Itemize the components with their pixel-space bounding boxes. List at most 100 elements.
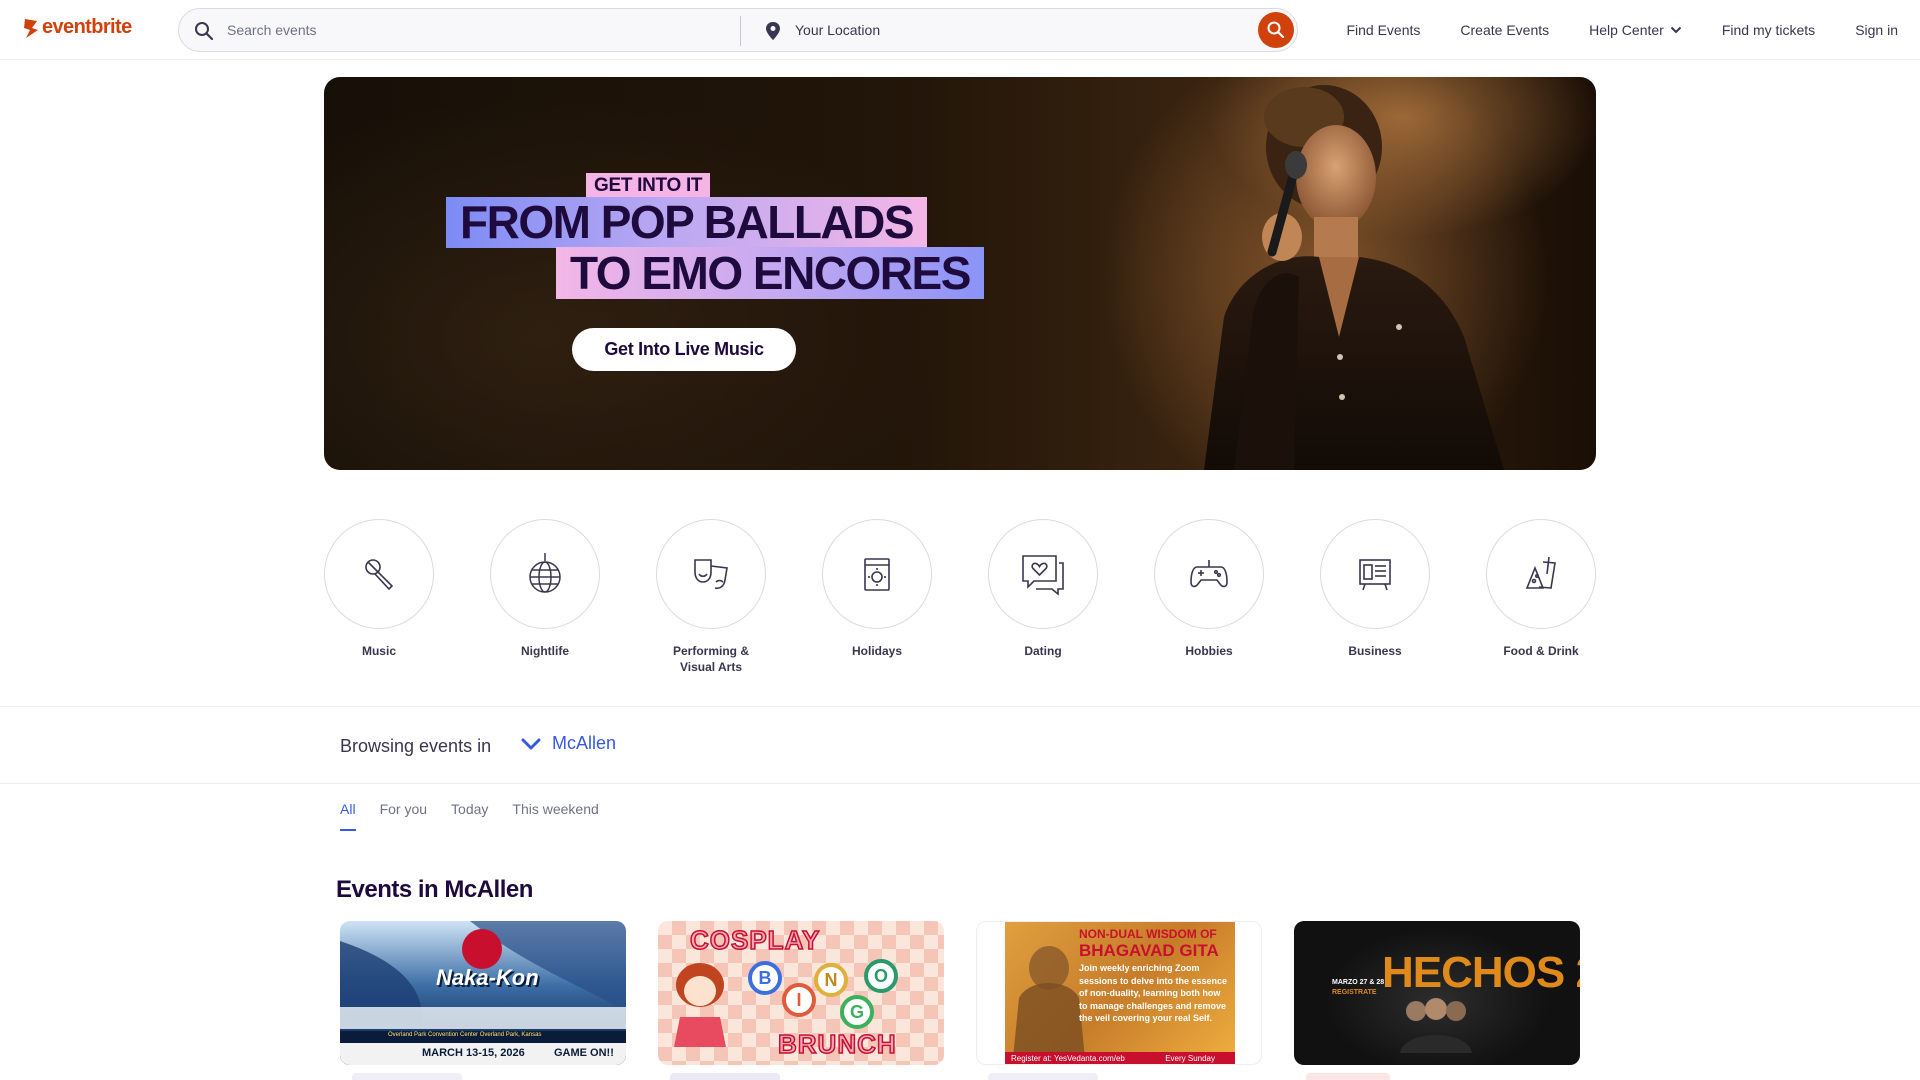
top-navigation: eventbrite Find Events Create Events Hel… bbox=[0, 0, 1920, 60]
theater-masks-icon bbox=[694, 559, 728, 590]
category-label: Holidays bbox=[851, 644, 902, 658]
calendar-sun-icon bbox=[864, 558, 890, 591]
bingo-ball-n: N bbox=[814, 963, 848, 997]
krishna-figure-artwork bbox=[1013, 946, 1085, 1058]
help-center-menu[interactable]: Help Center bbox=[1589, 22, 1682, 38]
category-label: Business bbox=[1348, 644, 1402, 658]
search-button[interactable] bbox=[1258, 12, 1294, 48]
hechos-dates: MARZO 27 & 28 bbox=[1332, 979, 1385, 986]
city-selector[interactable]: McAllen bbox=[520, 733, 616, 754]
search-bar bbox=[178, 8, 1298, 52]
gita-title-line1: NON-DUAL WISDOM OF bbox=[1079, 927, 1217, 941]
category-circle bbox=[1320, 519, 1430, 629]
search-divider bbox=[740, 16, 741, 46]
event-card-cosplay-bingo-brunch[interactable]: COSPLAY B I N G O BRUNCH bbox=[658, 921, 944, 1065]
microphone-icon bbox=[365, 559, 394, 591]
category-label: Dating bbox=[1024, 644, 1062, 658]
category-hobbies[interactable]: Hobbies bbox=[1154, 519, 1264, 659]
card-tag-placeholder bbox=[670, 1073, 780, 1080]
card-tag-placeholder bbox=[1306, 1073, 1390, 1080]
category-label: Food & Drink bbox=[1503, 644, 1579, 658]
tab-for-you[interactable]: For you bbox=[380, 801, 427, 831]
category-business[interactable]: Business bbox=[1320, 519, 1430, 659]
event-card-bhagavad-gita[interactable]: NON-DUAL WISDOM OF BHAGAVAD GITA Join we… bbox=[976, 921, 1262, 1065]
category-circle bbox=[988, 519, 1098, 629]
food-drink-icon bbox=[1525, 556, 1556, 589]
hechos-title: HECHOS 2 bbox=[1382, 948, 1580, 997]
category-performing-visual-arts[interactable]: Performing & Visual Arts bbox=[656, 519, 766, 675]
tab-this-weekend[interactable]: This weekend bbox=[512, 801, 598, 831]
category-list: Music Nightlife Performing & Visual Arts… bbox=[324, 519, 1596, 679]
gita-description: Join weekly enriching Zoom sessions to d… bbox=[1079, 963, 1228, 1023]
logo-text: eventbrite bbox=[42, 16, 132, 38]
naka-kon-artwork bbox=[340, 921, 626, 1065]
search-button-icon bbox=[1267, 21, 1285, 39]
category-circle bbox=[656, 519, 766, 629]
category-circle bbox=[490, 519, 600, 629]
gita-register: Register at: YesVedanta.com/eb bbox=[1011, 1054, 1125, 1063]
find-my-tickets-link[interactable]: Find my tickets bbox=[1722, 22, 1815, 38]
create-events-link[interactable]: Create Events bbox=[1460, 22, 1549, 38]
search-input[interactable] bbox=[227, 9, 727, 51]
hechos-cta: REGISTRATE bbox=[1332, 989, 1377, 996]
bingo-ball-i: I bbox=[782, 983, 816, 1017]
hero-banner[interactable]: GET INTO IT FROM POP BALLADS TO EMO ENCO… bbox=[324, 77, 1596, 470]
location-input[interactable] bbox=[795, 9, 1235, 51]
category-circle bbox=[1154, 519, 1264, 629]
gamepad-icon bbox=[1190, 560, 1228, 588]
eventbrite-logo-icon bbox=[24, 18, 38, 38]
category-food-drink[interactable]: Food & Drink bbox=[1486, 519, 1596, 659]
event-card-naka-kon[interactable]: Naka-Kon Overland Park Convention Center… bbox=[340, 921, 626, 1065]
category-label: Nightlife bbox=[521, 644, 569, 658]
find-events-link[interactable]: Find Events bbox=[1346, 22, 1420, 38]
naka-kon-tagline: GAME ON!! bbox=[554, 1047, 614, 1059]
card-tag-placeholder bbox=[352, 1073, 462, 1080]
brunch-title: BRUNCH bbox=[777, 1028, 897, 1060]
category-label: Performing & Visual Arts bbox=[672, 644, 749, 674]
naka-kon-date: MARCH 13-15, 2026 bbox=[422, 1047, 525, 1059]
category-label: Hobbies bbox=[1185, 644, 1233, 658]
eventbrite-logo[interactable]: eventbrite bbox=[22, 16, 132, 39]
event-card-hechos-2[interactable]: HECHOS 2 MARZO 27 & 28 REGISTRATE bbox=[1294, 921, 1580, 1065]
chat-heart-icon bbox=[1022, 555, 1064, 596]
cosplay-character-artwork bbox=[674, 963, 726, 1047]
chevron-down-icon bbox=[521, 738, 541, 749]
event-filter-tabs: All For you Today This weekend bbox=[340, 801, 599, 831]
naka-kon-logo: Naka-Kon bbox=[436, 965, 539, 990]
section-divider bbox=[0, 706, 1920, 707]
tab-all[interactable]: All bbox=[340, 801, 356, 831]
nav-links: Find Events Create Events Help Center Fi… bbox=[1346, 0, 1898, 60]
cosplay-title: COSPLAY bbox=[689, 924, 821, 956]
bingo-ball-g: G bbox=[840, 995, 874, 1029]
category-holidays[interactable]: Holidays bbox=[822, 519, 932, 659]
bingo-ball-b: B bbox=[748, 961, 782, 995]
events-section-title: Events in McAllen bbox=[336, 876, 533, 903]
chevron-down-icon bbox=[1670, 26, 1682, 34]
city-name: McAllen bbox=[552, 733, 617, 753]
speakers-photo bbox=[1400, 998, 1472, 1053]
presentation-board-icon bbox=[1359, 559, 1391, 591]
browsing-label: Browsing events in bbox=[340, 736, 492, 756]
category-dating[interactable]: Dating bbox=[988, 519, 1098, 659]
gita-footer: Register at: YesVedanta.com/eb Every Sun… bbox=[1005, 1052, 1235, 1064]
gita-title-line2: BHAGAVAD GITA bbox=[1079, 941, 1219, 960]
tab-today[interactable]: Today bbox=[451, 801, 488, 831]
help-center-label: Help Center bbox=[1589, 22, 1664, 38]
naka-kon-venue: Overland Park Convention Center Overland… bbox=[388, 1032, 542, 1038]
disco-ball-icon bbox=[529, 553, 561, 593]
singer-photo bbox=[1204, 85, 1504, 470]
bingo-ball-o: O bbox=[864, 959, 898, 993]
gita-schedule: Every Sunday bbox=[1165, 1054, 1215, 1063]
section-divider bbox=[0, 783, 1920, 784]
category-nightlife[interactable]: Nightlife bbox=[490, 519, 600, 659]
location-pin-icon bbox=[766, 22, 780, 40]
category-circle bbox=[324, 519, 434, 629]
card-tag-placeholder bbox=[988, 1073, 1098, 1080]
hero-headline-line1: FROM POP BALLADS bbox=[446, 197, 928, 248]
category-music[interactable]: Music bbox=[324, 519, 434, 659]
get-into-live-music-button[interactable]: Get Into Live Music bbox=[572, 328, 796, 371]
sign-in-link[interactable]: Sign in bbox=[1855, 22, 1898, 38]
category-label: Music bbox=[361, 644, 396, 658]
category-circle bbox=[1486, 519, 1596, 629]
search-icon bbox=[195, 22, 214, 41]
